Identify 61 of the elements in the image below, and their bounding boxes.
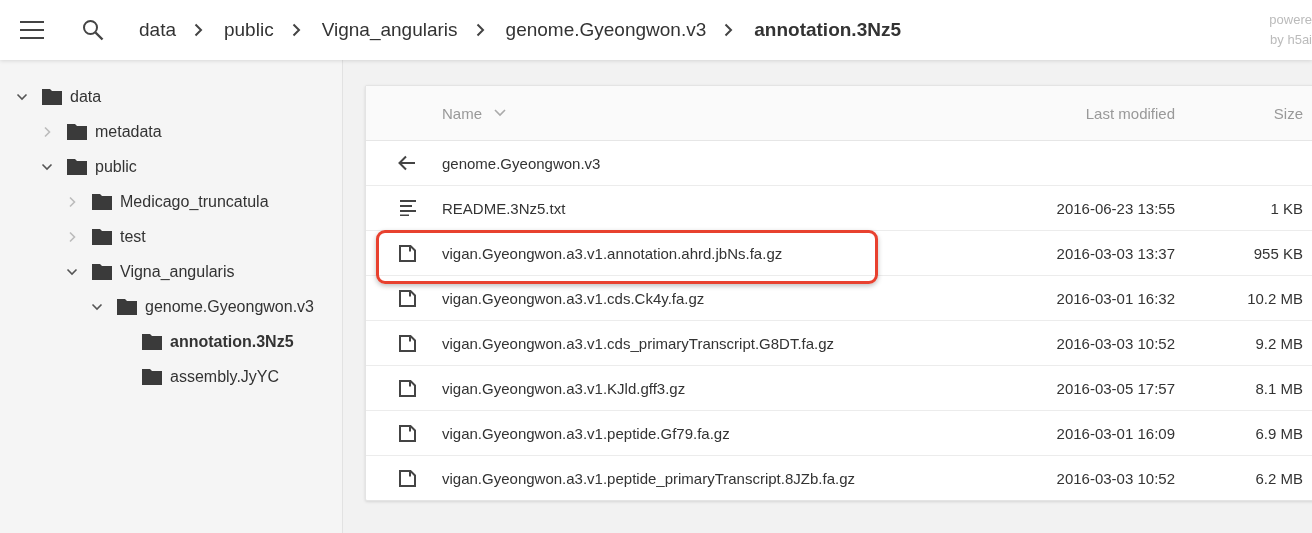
folder-icon bbox=[142, 368, 162, 385]
tree-item[interactable]: public bbox=[95, 157, 137, 176]
file-size: 1 KB bbox=[1270, 199, 1303, 217]
tree-item[interactable]: Medicago_truncatula bbox=[120, 192, 269, 211]
file-name-link[interactable]: vigan.Gyeongwon.a3.v1.cds.Ck4y.fa.gz bbox=[442, 289, 705, 307]
file-name-link[interactable]: vigan.Gyeongwon.a3.v1.cds_primaryTranscript.G8DT.fa.gz bbox=[442, 334, 835, 352]
file-size: 6.9 MB bbox=[1255, 424, 1303, 442]
file-name-link[interactable]: README.3Nz5.txt bbox=[442, 199, 566, 217]
file-size: 9.2 MB bbox=[1255, 334, 1303, 352]
file-icon bbox=[399, 244, 416, 262]
file-size: 8.1 MB bbox=[1255, 379, 1303, 397]
folder-icon bbox=[92, 228, 112, 245]
modified-date: 2016-03-03 10:52 bbox=[1056, 334, 1175, 352]
chevron-icon bbox=[194, 23, 203, 37]
credit-text: by h5ai bbox=[1270, 31, 1312, 49]
file-icon bbox=[399, 379, 416, 397]
text-file-icon bbox=[400, 200, 416, 216]
search-icon[interactable] bbox=[82, 19, 104, 41]
modified-date: 2016-03-01 16:32 bbox=[1056, 289, 1175, 307]
file-size: 955 KB bbox=[1253, 244, 1303, 262]
tree-item[interactable]: assembly.JyYC bbox=[170, 367, 280, 386]
tree-item[interactable]: annotation.3Nz5 bbox=[170, 332, 294, 351]
credit-text: powere bbox=[1269, 11, 1312, 29]
tree-item[interactable]: genome.Gyeongwon.v3 bbox=[145, 297, 314, 316]
file-icon bbox=[399, 334, 416, 352]
file-name-link[interactable]: vigan.Gyeongwon.a3.v1.peptide_primaryTranscript.8JZb.fa.gz bbox=[442, 469, 855, 487]
folder-icon bbox=[67, 158, 87, 175]
modified-date: 2016-03-03 13:37 bbox=[1056, 244, 1175, 262]
file-icon bbox=[399, 469, 416, 487]
chevron-icon bbox=[724, 23, 734, 37]
modified-date: 2016-03-05 17:57 bbox=[1056, 379, 1175, 397]
file-icon bbox=[399, 289, 416, 307]
breadcrumb-link[interactable]: genome.Gyeongwon.v3 bbox=[500, 19, 712, 41]
folder-icon bbox=[92, 263, 112, 280]
file-name-link[interactable]: vigan.Gyeongwon.a3.v1.KJld.gff3.gz bbox=[442, 379, 686, 397]
file-size: 6.2 MB bbox=[1255, 469, 1303, 487]
file-name-link[interactable]: vigan.Gyeongwon.a3.v1.annotation.ahrd.jbNs.fa.gz bbox=[442, 244, 783, 262]
modified-date: 2016-03-01 16:09 bbox=[1056, 424, 1175, 442]
modified-date: 2016-03-03 10:52 bbox=[1056, 469, 1175, 487]
folder-icon bbox=[42, 88, 62, 105]
tree-item[interactable]: Vigna_angularis bbox=[120, 262, 235, 281]
menu-icon[interactable] bbox=[20, 21, 44, 39]
back-arrow-icon[interactable] bbox=[398, 155, 416, 171]
file-name-link[interactable]: genome.Gyeongwon.v3 bbox=[442, 154, 601, 172]
breadcrumb-link[interactable]: public bbox=[219, 19, 279, 41]
folder-icon bbox=[117, 298, 137, 315]
tree-item[interactable]: metadata bbox=[95, 122, 162, 141]
folder-icon bbox=[92, 193, 112, 210]
modified-date: 2016-06-23 13:55 bbox=[1056, 199, 1175, 217]
breadcrumb-link[interactable]: data bbox=[134, 19, 181, 41]
tree-item[interactable]: data bbox=[70, 87, 102, 106]
chevron-icon bbox=[291, 23, 301, 37]
tree-item[interactable]: test bbox=[120, 227, 146, 246]
breadcrumb-link[interactable]: annotation.3Nz5 bbox=[749, 19, 906, 41]
breadcrumb-link[interactable]: Vigna_angularis bbox=[316, 19, 463, 41]
file-size: 10.2 MB bbox=[1247, 289, 1303, 307]
chevron-icon bbox=[475, 23, 485, 37]
folder-icon bbox=[142, 333, 162, 350]
file-name-link[interactable]: vigan.Gyeongwon.a3.v1.peptide.Gf79.fa.gz bbox=[442, 424, 730, 442]
file-icon bbox=[399, 424, 416, 442]
folder-icon bbox=[67, 123, 87, 140]
